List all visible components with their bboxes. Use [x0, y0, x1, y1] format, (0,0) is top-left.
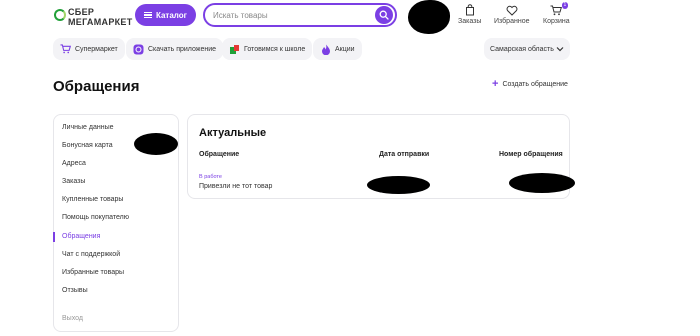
- sidebar-item-addresses[interactable]: Адреса: [62, 160, 86, 167]
- logo-mark-icon: [54, 9, 66, 21]
- search-input[interactable]: [213, 8, 373, 22]
- column-header-date: Дата отправки: [379, 151, 430, 158]
- region-selector[interactable]: Самарская область: [484, 38, 570, 60]
- chip-download-app-label: Скачать приложение: [148, 45, 217, 53]
- search-icon: [379, 10, 389, 20]
- nav-favorites[interactable]: Избранное: [494, 4, 529, 25]
- active-indicator: [53, 232, 55, 242]
- nav-orders-label: Заказы: [458, 18, 482, 25]
- catalog-button[interactable]: Каталог: [135, 4, 196, 26]
- redaction-mark: [509, 173, 575, 193]
- app-icon: [133, 44, 144, 54]
- school-icon: [230, 44, 239, 54]
- request-subject[interactable]: Привезли не тот товар: [199, 183, 272, 190]
- requests-card: Актуальные Обращение Дата отправки Номер…: [187, 114, 575, 199]
- chip-promotions-label: Акции: [335, 45, 355, 53]
- column-header-number: Номер обращения: [499, 151, 563, 158]
- cart-badge: 1: [561, 2, 569, 9]
- sidebar-item-support-chat[interactable]: Чат с поддержкой: [62, 251, 120, 258]
- nav-cart-label: Корзина: [543, 18, 570, 25]
- page-title: Обращения: [53, 78, 140, 95]
- chip-supermarket[interactable]: Супермаркет: [53, 38, 125, 60]
- sidebar-item-favorites[interactable]: Избранные товары: [62, 269, 124, 276]
- logo-text-line2: МЕГАМАРКЕТ: [68, 17, 133, 27]
- chip-download-app[interactable]: Скачать приложение: [126, 38, 224, 60]
- flame-icon: [321, 44, 330, 55]
- sidebar-item-bonus-card[interactable]: Бонусная карта: [62, 142, 113, 149]
- chip-back-to-school-label: Готовимся к школе: [244, 45, 306, 53]
- chip-promotions[interactable]: Акции: [313, 38, 362, 60]
- chip-back-to-school[interactable]: Готовимся к школе: [222, 38, 313, 60]
- search-button[interactable]: [375, 6, 393, 24]
- sidebar-item-reviews[interactable]: Отзывы: [62, 287, 88, 294]
- chip-supermarket-label: Супермаркет: [75, 45, 118, 53]
- sidebar-item-requests[interactable]: Обращения: [62, 233, 100, 240]
- search-bar: [203, 3, 397, 27]
- plus-icon: +: [492, 78, 499, 90]
- nav-cart[interactable]: 1 Корзина: [543, 2, 570, 25]
- heart-icon: [506, 5, 518, 16]
- sidebar-item-help[interactable]: Помощь покупателю: [62, 214, 129, 221]
- logo[interactable]: СБЕР МЕГАМАРКЕТ: [54, 6, 144, 28]
- region-label: Самарская область: [490, 45, 554, 53]
- create-request-button[interactable]: + Создать обращение: [492, 78, 568, 90]
- sidebar-item-purchased[interactable]: Купленные товары: [62, 196, 123, 203]
- nav-orders[interactable]: Заказы: [458, 4, 481, 25]
- request-status: В работе: [199, 174, 222, 180]
- menu-icon: [144, 12, 152, 18]
- sidebar-item-personal-data[interactable]: Личные данные: [62, 124, 114, 131]
- sidebar-item-orders[interactable]: Заказы: [62, 178, 85, 185]
- redaction-mark: [367, 176, 430, 194]
- bag-icon: [465, 4, 474, 16]
- column-header-request: Обращение: [199, 151, 240, 158]
- logo-text-line1: СБЕР: [68, 7, 95, 17]
- header: СБЕР МЕГАМАРКЕТ Каталог Заказы: [0, 0, 700, 34]
- avatar[interactable]: [408, 0, 450, 34]
- cart-icon: [550, 5, 563, 15]
- account-sidebar: Личные данные Бонусная карта Адреса Зака…: [53, 114, 179, 332]
- redaction-mark: [134, 133, 178, 155]
- card-title: Актуальные: [199, 127, 267, 139]
- create-request-label: Создать обращение: [502, 80, 568, 88]
- sidebar-item-logout[interactable]: Выход: [62, 315, 83, 322]
- nav-favorites-label: Избранное: [494, 18, 530, 25]
- cart-icon: [60, 44, 71, 54]
- catalog-button-label: Каталог: [156, 10, 187, 20]
- chevron-down-icon: [556, 47, 564, 52]
